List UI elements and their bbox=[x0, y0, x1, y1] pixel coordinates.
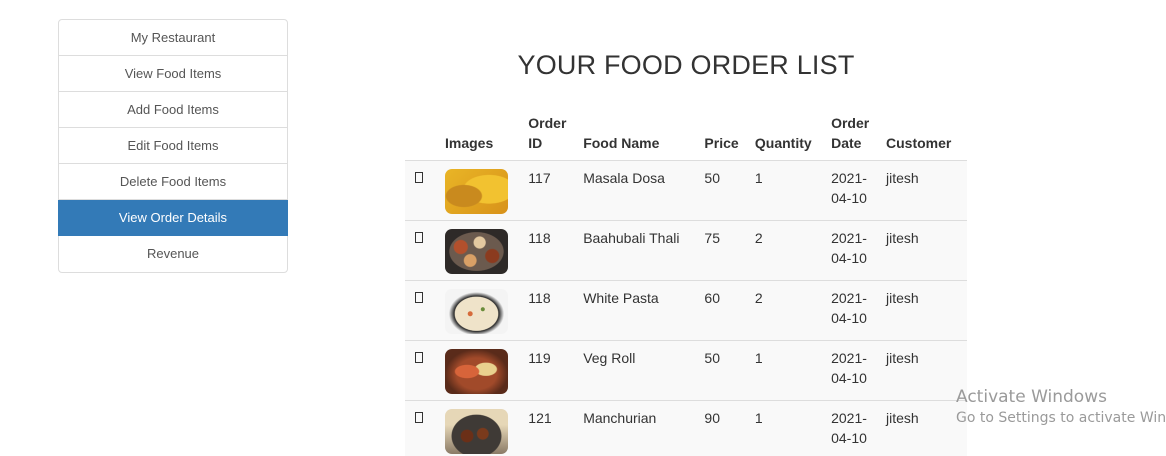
customer-cell: jitesh bbox=[881, 220, 967, 281]
food-name-cell: Masala Dosa bbox=[578, 160, 700, 221]
watermark-subtitle: Go to Settings to activate Windows. bbox=[956, 410, 1166, 426]
food-image-cell bbox=[440, 400, 524, 456]
order-date-line1: 2021- bbox=[831, 350, 867, 366]
order-id-cell: 121 bbox=[523, 400, 579, 456]
order-date-cell: 2021- 04-10 bbox=[826, 160, 881, 221]
order-date-cell: 2021- 04-10 bbox=[826, 400, 881, 456]
table-row: 117 Masala Dosa 50 1 2021- 04-10 jitesh bbox=[405, 160, 967, 221]
header-customer: Customer bbox=[881, 113, 967, 161]
order-date-line2: 04-10 bbox=[831, 310, 867, 326]
sidebar-menu: My Restaurant View Food Items Add Food I… bbox=[58, 19, 288, 273]
baahubali-thali-image bbox=[445, 229, 508, 274]
checkbox-icon[interactable] bbox=[415, 232, 423, 243]
quantity-cell: 1 bbox=[749, 340, 827, 401]
food-image-cell bbox=[440, 160, 524, 221]
food-name-cell: Baahubali Thali bbox=[578, 220, 700, 281]
sidebar-item-add-food-items[interactable]: Add Food Items bbox=[59, 92, 287, 128]
order-date-cell: 2021- 04-10 bbox=[826, 220, 881, 281]
order-date-cell: 2021- 04-10 bbox=[826, 280, 881, 341]
header-order-id-line2: ID bbox=[528, 135, 543, 151]
sidebar-item-edit-food-items[interactable]: Edit Food Items bbox=[59, 128, 287, 164]
header-order-date-line1: Order bbox=[831, 115, 870, 131]
customer-cell: jitesh bbox=[881, 400, 967, 456]
row-checkbox-cell bbox=[405, 400, 440, 456]
white-pasta-image bbox=[445, 289, 508, 334]
row-checkbox-cell bbox=[405, 340, 440, 401]
masala-dosa-image bbox=[445, 169, 508, 214]
customer-cell: jitesh bbox=[881, 340, 967, 401]
table-row: 119 Veg Roll 50 1 2021- 04-10 jitesh bbox=[405, 340, 967, 401]
activate-windows-watermark: Activate Windows Go to Settings to activ… bbox=[956, 386, 1166, 428]
row-checkbox-cell bbox=[405, 280, 440, 341]
quantity-cell: 1 bbox=[749, 160, 827, 221]
row-checkbox-cell bbox=[405, 220, 440, 281]
watermark-title: Activate Windows bbox=[956, 387, 1107, 407]
sidebar-item-view-order-details[interactable]: View Order Details bbox=[58, 200, 288, 236]
table-header-row: Images Order ID Food Name Price Quantity … bbox=[405, 113, 967, 161]
order-id-cell: 118 bbox=[523, 220, 579, 281]
sidebar-item-my-restaurant[interactable]: My Restaurant bbox=[59, 20, 287, 56]
header-quantity: Quantity bbox=[749, 113, 827, 161]
price-cell: 50 bbox=[699, 160, 750, 221]
header-food-name: Food Name bbox=[578, 113, 700, 161]
page: My Restaurant View Food Items Add Food I… bbox=[0, 0, 1166, 456]
price-cell: 60 bbox=[699, 280, 750, 341]
sidebar-item-delete-food-items[interactable]: Delete Food Items bbox=[59, 164, 287, 200]
header-images: Images bbox=[440, 113, 524, 161]
order-date-line2: 04-10 bbox=[831, 370, 867, 386]
food-image-cell bbox=[440, 340, 524, 401]
header-order-id: Order ID bbox=[523, 113, 579, 161]
price-cell: 75 bbox=[699, 220, 750, 281]
checkbox-icon[interactable] bbox=[415, 352, 423, 363]
order-id-cell: 117 bbox=[523, 160, 579, 221]
customer-cell: jitesh bbox=[881, 280, 967, 341]
sidebar-item-view-food-items[interactable]: View Food Items bbox=[59, 56, 287, 92]
table-row: 118 White Pasta 60 2 2021- 04-10 jitesh bbox=[405, 280, 967, 341]
food-image-cell bbox=[440, 220, 524, 281]
checkbox-icon[interactable] bbox=[415, 412, 423, 423]
price-cell: 50 bbox=[699, 340, 750, 401]
page-title: YOUR FOOD ORDER LIST bbox=[517, 50, 855, 80]
food-name-cell: White Pasta bbox=[578, 280, 700, 341]
order-id-cell: 119 bbox=[523, 340, 579, 401]
quantity-cell: 2 bbox=[749, 280, 827, 341]
order-date-line1: 2021- bbox=[831, 230, 867, 246]
manchurian-image bbox=[445, 409, 508, 454]
food-image-cell bbox=[440, 280, 524, 341]
order-date-line2: 04-10 bbox=[831, 430, 867, 446]
order-date-cell: 2021- 04-10 bbox=[826, 340, 881, 401]
order-table: Images Order ID Food Name Price Quantity … bbox=[405, 113, 967, 456]
food-name-cell: Veg Roll bbox=[578, 340, 700, 401]
order-date-line1: 2021- bbox=[831, 170, 867, 186]
veg-roll-image bbox=[445, 349, 508, 394]
order-date-line1: 2021- bbox=[831, 410, 867, 426]
header-order-date: Order Date bbox=[826, 113, 881, 161]
order-date-line2: 04-10 bbox=[831, 250, 867, 266]
quantity-cell: 1 bbox=[749, 400, 827, 456]
header-order-date-line2: Date bbox=[831, 135, 862, 151]
order-date-line2: 04-10 bbox=[831, 190, 867, 206]
price-cell: 90 bbox=[699, 400, 750, 456]
quantity-cell: 2 bbox=[749, 220, 827, 281]
food-name-cell: Manchurian bbox=[578, 400, 700, 456]
order-date-line1: 2021- bbox=[831, 290, 867, 306]
header-price: Price bbox=[699, 113, 750, 161]
checkbox-icon[interactable] bbox=[415, 172, 423, 183]
customer-cell: jitesh bbox=[881, 160, 967, 221]
header-checkbox bbox=[405, 113, 440, 161]
table-row: 121 Manchurian 90 1 2021- 04-10 jitesh bbox=[405, 400, 967, 456]
checkbox-icon[interactable] bbox=[415, 292, 423, 303]
header-order-id-line1: Order bbox=[528, 115, 567, 131]
table-row: 118 Baahubali Thali 75 2 2021- 04-10 jite… bbox=[405, 220, 967, 281]
sidebar-item-revenue[interactable]: Revenue bbox=[59, 236, 287, 272]
row-checkbox-cell bbox=[405, 160, 440, 221]
order-id-cell: 118 bbox=[523, 280, 579, 341]
